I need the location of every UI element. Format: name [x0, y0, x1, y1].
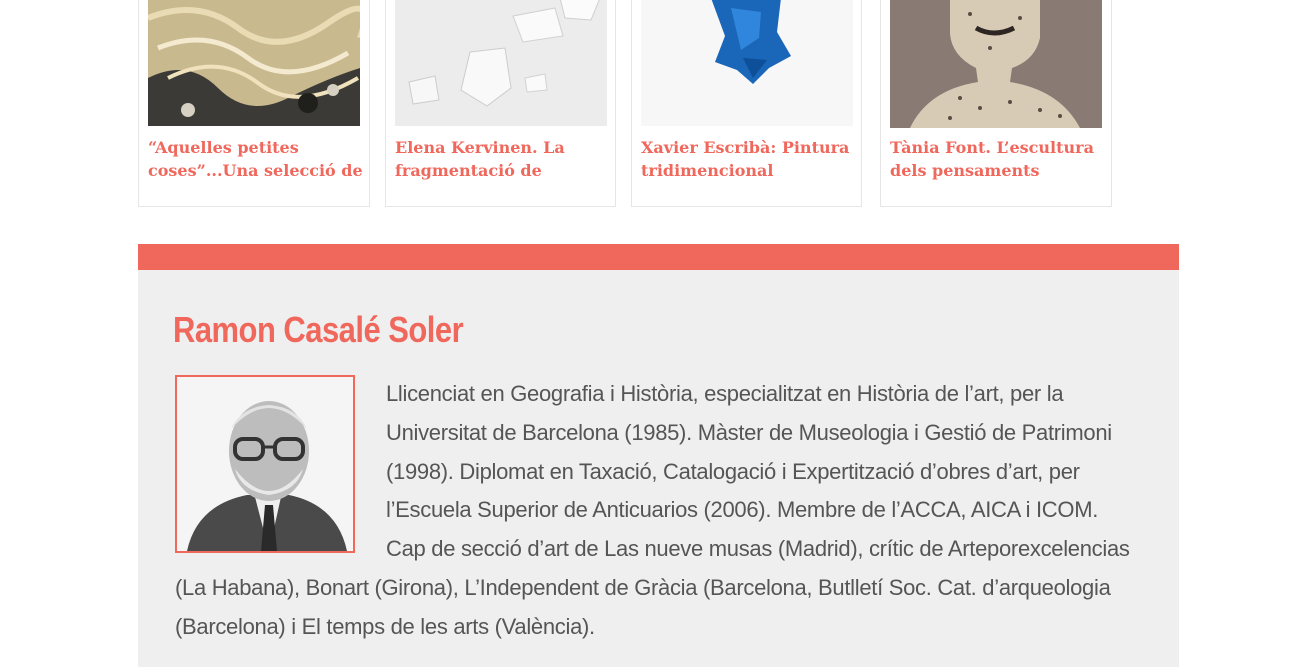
related-post-title[interactable]: Xavier Escribà: Pintura tridimencional: [641, 136, 855, 182]
blue-sculpture-image: [641, 0, 853, 126]
related-post-card[interactable]: Tània Font. L’escultura dels pensaments: [880, 0, 1112, 207]
related-post-thumbnail[interactable]: [148, 0, 360, 126]
related-post-thumbnail[interactable]: [641, 0, 853, 126]
related-post-card[interactable]: “Aquelles petites coses”...Una selecció …: [138, 0, 370, 207]
related-post-title[interactable]: “Aquelles petites coses”...Una selecció …: [148, 136, 363, 182]
bust-sculpture-image: [890, 0, 1102, 128]
author-name[interactable]: Ramon Casalé Soler: [173, 306, 464, 354]
related-post-card[interactable]: Elena Kervinen. La fragmentació de: [385, 0, 616, 207]
related-post-title[interactable]: Elena Kervinen. La fragmentació de: [395, 136, 609, 182]
related-post-thumbnail[interactable]: [395, 0, 607, 126]
author-box: Ramon Casalé Soler Llicenciat en Geograf…: [138, 244, 1179, 667]
author-bio: Llicenciat en Geografia i Història, espe…: [175, 375, 1135, 647]
author-photo: [175, 375, 355, 553]
abstract-painting-image: [148, 0, 360, 126]
author-box-accent-bar: [138, 244, 1179, 270]
related-post-title[interactable]: Tània Font. L’escultura dels pensaments: [890, 136, 1105, 182]
author-portrait-image: [177, 377, 353, 551]
related-post-card[interactable]: Xavier Escribà: Pintura tridimencional: [631, 0, 862, 207]
related-post-thumbnail[interactable]: [890, 0, 1102, 128]
related-posts: “Aquelles petites coses”...Una selecció …: [0, 0, 1316, 210]
white-fragments-image: [395, 0, 607, 126]
